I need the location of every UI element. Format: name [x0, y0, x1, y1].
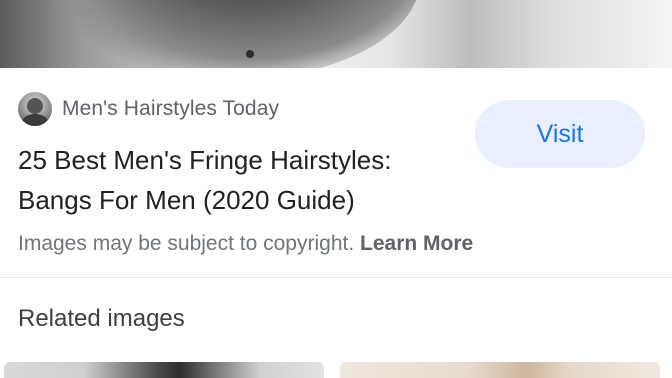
related-images-heading: Related images — [18, 305, 185, 332]
preview-image-subject — [40, 0, 420, 68]
source-name[interactable]: Men's Hairstyles Today — [62, 97, 279, 121]
result-title-line-2: Bangs For Men (2020 Guide) — [18, 185, 355, 215]
related-image-thumbnail[interactable] — [340, 362, 660, 378]
visit-button[interactable]: Visit — [475, 100, 645, 168]
result-title-line-1: 25 Best Men's Fringe Hairstyles: — [18, 145, 392, 175]
related-image-thumbnail[interactable] — [4, 362, 324, 378]
preview-image-detail — [246, 50, 254, 58]
preview-image[interactable] — [0, 0, 672, 68]
learn-more-link[interactable]: Learn More — [360, 232, 473, 255]
source-row[interactable]: Men's Hairstyles Today — [18, 92, 279, 126]
result-title[interactable]: 25 Best Men's Fringe Hairstyles: Bangs F… — [18, 140, 448, 220]
copyright-notice: Images may be subject to copyright. Lear… — [18, 232, 473, 256]
image-info-card: Men's Hairstyles Today 25 Best Men's Fri… — [0, 68, 672, 278]
copyright-text: Images may be subject to copyright. — [18, 232, 355, 255]
site-avatar-icon — [18, 92, 52, 126]
